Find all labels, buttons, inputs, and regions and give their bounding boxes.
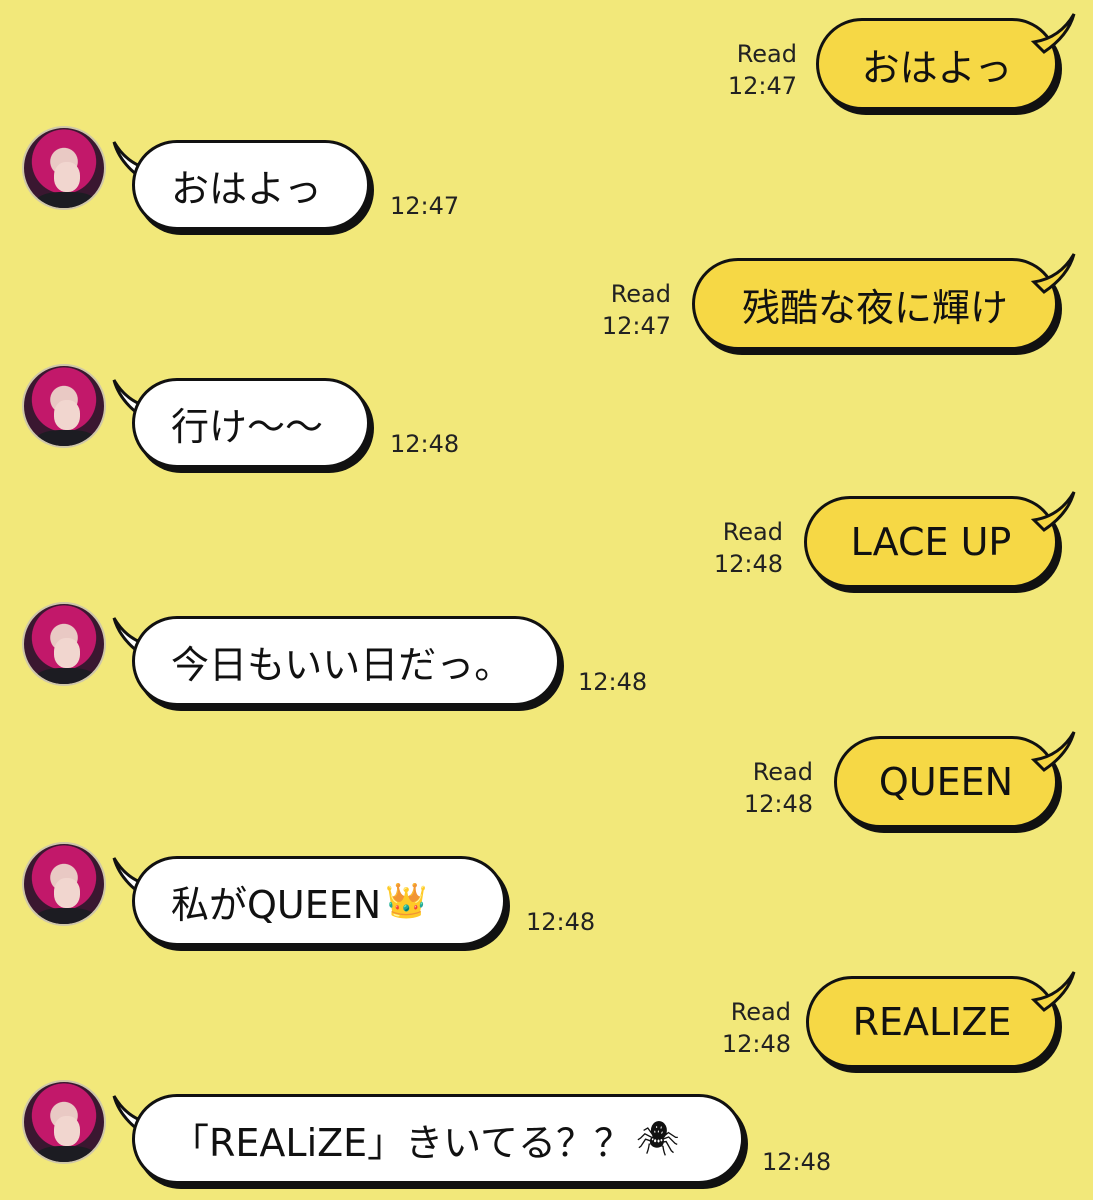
- message-row-incoming: おはよっ 12:47: [0, 122, 1093, 242]
- message-time: 12:48: [762, 1148, 832, 1176]
- contact-avatar[interactable]: [22, 126, 106, 210]
- message-bubble-outgoing[interactable]: QUEEN: [834, 736, 1058, 828]
- message-text: QUEEN: [878, 760, 1014, 804]
- message-bubble-outgoing[interactable]: REALIZE: [806, 976, 1058, 1068]
- message-bubble-incoming[interactable]: 今日もいい日だっ。: [132, 616, 560, 706]
- message-bubble-outgoing[interactable]: 残酷な夜に輝け: [692, 258, 1058, 350]
- crown-icon: 👑: [385, 881, 428, 921]
- message-text: LACE UP: [850, 520, 1012, 564]
- bubble-tail: [1030, 13, 1076, 54]
- bubble-tail: [1030, 253, 1076, 294]
- message-bubble-outgoing[interactable]: LACE UP: [804, 496, 1058, 588]
- message-time: 12:48: [578, 668, 648, 696]
- message-time: 12:47: [390, 192, 460, 220]
- message-text: 残酷な夜に輝け: [741, 285, 1008, 330]
- read-receipt: Read 12:48: [721, 998, 791, 1058]
- message-row-outgoing: Read 12:47 残酷な夜に輝け: [0, 253, 1093, 358]
- message-bubble-incoming[interactable]: 行け〜〜: [132, 378, 370, 468]
- message-row-outgoing: Read 12:48 QUEEN: [0, 731, 1093, 836]
- read-receipt: Read 12:47: [727, 40, 797, 100]
- message-row-incoming: 行け〜〜 12:48: [0, 360, 1093, 480]
- message-text: おはよっ: [861, 45, 1013, 90]
- message-bubble-outgoing[interactable]: おはよっ: [816, 18, 1058, 110]
- message-row-incoming: 今日もいい日だっ。 12:48: [0, 598, 1093, 718]
- message-time: 12:48: [526, 908, 596, 936]
- message-row-outgoing: Read 12:48 LACE UP: [0, 491, 1093, 596]
- read-receipt: Read 12:47: [601, 280, 671, 340]
- message-text: 私がQUEEN: [171, 882, 382, 927]
- message-text: 今日もいい日だっ。: [171, 642, 513, 687]
- bubble-tail: [1030, 731, 1076, 772]
- read-receipt: Read 12:48: [743, 758, 813, 818]
- read-receipt: Read 12:48: [713, 518, 783, 578]
- contact-avatar[interactable]: [22, 842, 106, 926]
- message-row-incoming: 「REALiZE」きいてる？？ 🕷 12:48: [0, 1078, 1093, 1200]
- contact-avatar[interactable]: [22, 602, 106, 686]
- message-text: おはよっ: [171, 166, 322, 211]
- bubble-tail: [1030, 491, 1076, 532]
- message-row-outgoing: Read 12:47 おはよっ: [0, 13, 1093, 118]
- contact-avatar[interactable]: [22, 1080, 106, 1164]
- message-time: 12:48: [390, 430, 460, 458]
- contact-avatar[interactable]: [22, 364, 106, 448]
- message-text: 行け〜〜: [171, 404, 324, 449]
- spider-icon: 🕷: [636, 1119, 680, 1159]
- message-bubble-incoming[interactable]: おはよっ: [132, 140, 370, 230]
- message-row-outgoing: Read 12:48 REALIZE: [0, 971, 1093, 1076]
- message-bubble-incoming[interactable]: 「REALiZE」きいてる？？ 🕷: [132, 1094, 744, 1184]
- message-text: 「REALiZE」きいてる？？: [171, 1120, 633, 1165]
- message-row-incoming: 私がQUEEN 👑 12:48: [0, 838, 1093, 958]
- message-text: REALIZE: [852, 1000, 1012, 1044]
- bubble-tail: [1030, 971, 1076, 1012]
- message-bubble-incoming[interactable]: 私がQUEEN 👑: [132, 856, 506, 946]
